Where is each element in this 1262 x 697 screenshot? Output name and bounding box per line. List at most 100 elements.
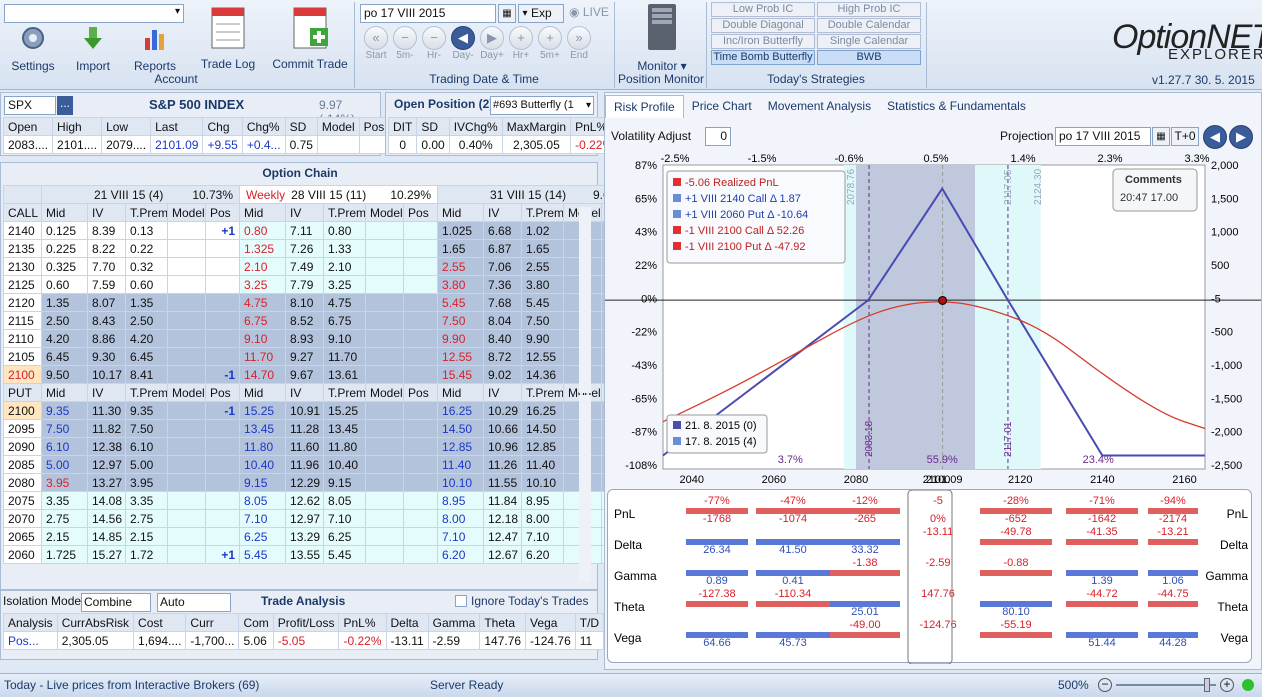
chain-row[interactable]: 2100 9.50 10.17 8.41 -1 14.70 9.67 13.61 15.45 9.…: [3, 365, 635, 384]
tab-3[interactable]: Statistics & Fundamentals: [879, 95, 1034, 118]
nav-3-button[interactable]: ◀ Day-: [449, 26, 477, 61]
strategy-button[interactable]: Single Calendar: [817, 34, 921, 49]
put-scrollbar[interactable]: [579, 395, 591, 581]
chain-cell[interactable]: [403, 275, 439, 294]
chain-row[interactable]: 2115 2.50 8.43 2.50 6.75 8.52 6.75 7.50 8.04 7.50: [3, 311, 635, 330]
chain-row[interactable]: 2090 6.10 12.38 6.10 11.80 11.60 11.80 12.85 10.…: [3, 437, 635, 456]
chain-cell[interactable]: [204, 347, 241, 366]
zoom-in-icon[interactable]: +: [1220, 678, 1234, 692]
chain-cell[interactable]: [403, 365, 439, 384]
zoom-slider[interactable]: [1116, 684, 1216, 686]
call-scrollbar[interactable]: [579, 207, 591, 393]
chain-cell[interactable]: [204, 473, 241, 492]
chain-cell[interactable]: [403, 239, 439, 258]
expiry-header[interactable]: 21 VIII 15 (4) 10.73%: [40, 185, 241, 204]
chain-cell[interactable]: [403, 455, 439, 474]
chain-cell[interactable]: -1: [204, 401, 241, 420]
tab-2[interactable]: Movement Analysis: [760, 95, 879, 118]
chain-row[interactable]: 2065 2.15 14.85 2.15 6.25 13.29 6.25 7.10 12.47 7…: [3, 527, 635, 546]
exp-button[interactable]: Exp: [531, 5, 552, 22]
chain-row[interactable]: 2130 0.325 7.70 0.32 2.10 7.49 2.10 2.55 7.06 2.5…: [3, 257, 635, 276]
chain-cell[interactable]: [403, 293, 439, 312]
chain-row[interactable]: 2105 6.45 9.30 6.45 11.70 9.27 11.70 12.55 8.72 1…: [3, 347, 635, 366]
projection-forward-button[interactable]: ▶: [1229, 125, 1253, 149]
trading-date-input[interactable]: po 17 VIII 2015: [360, 4, 496, 23]
chain-cell[interactable]: -1: [204, 365, 241, 384]
chain-cell[interactable]: [204, 509, 241, 528]
trade-log-button[interactable]: Trade Log: [198, 4, 258, 71]
strategy-button[interactable]: Time Bomb Butterfly: [711, 50, 815, 65]
chain-cell[interactable]: [204, 239, 241, 258]
chain-cell[interactable]: [204, 329, 241, 348]
chain-cell[interactable]: [204, 311, 241, 330]
chain-row[interactable]: 2095 7.50 11.82 7.50 13.45 11.28 13.45 14.50 10.…: [3, 419, 635, 438]
chain-row[interactable]: 2060 1.725 15.27 1.72 +1 5.45 13.55 5.45 6.20 12.…: [3, 545, 635, 564]
symbol-browse-button[interactable]: ...: [57, 96, 73, 115]
projection-date-input[interactable]: po 17 VIII 2015: [1055, 127, 1151, 146]
import-button[interactable]: Import: [68, 24, 118, 73]
commit-trade-button[interactable]: Commit Trade: [272, 4, 348, 71]
chain-cell[interactable]: [403, 347, 439, 366]
chain-cell[interactable]: [204, 293, 241, 312]
chain-cell[interactable]: +1: [204, 545, 241, 564]
strategy-button[interactable]: Double Diagonal: [711, 18, 815, 33]
chain-cell[interactable]: [403, 311, 439, 330]
chain-cell[interactable]: [204, 491, 241, 510]
chain-cell[interactable]: +1: [204, 221, 241, 240]
zoom-out-icon[interactable]: −: [1098, 678, 1112, 692]
chain-cell[interactable]: [204, 527, 241, 546]
chain-cell[interactable]: [403, 329, 439, 348]
reports-button[interactable]: Reports: [128, 24, 182, 73]
tab-0[interactable]: Risk Profile: [605, 95, 684, 118]
chain-cell[interactable]: [204, 275, 241, 294]
chain-row[interactable]: 2125 0.60 7.59 0.60 3.25 7.79 3.25 3.80 7.36 3.80: [3, 275, 635, 294]
chain-row[interactable]: 2070 2.75 14.56 2.75 7.10 12.97 7.10 8.00 12.18 8…: [3, 509, 635, 528]
expiry-header[interactable]: Weekly 28 VIII 15 (11) 10.29%: [239, 185, 439, 204]
chain-row[interactable]: 2075 3.35 14.08 3.35 8.05 12.62 8.05 8.95 11.84 8…: [3, 491, 635, 510]
chain-row[interactable]: 2140 0.125 8.39 0.13 +1 0.80 7.11 0.80 1.025 6.68…: [3, 221, 635, 240]
t0-button[interactable]: T+0: [1171, 127, 1199, 146]
risk-profile-chart[interactable]: 2040 2060 2080 2100 2120 2140 2160-2.5% -1.5% -0…: [605, 151, 1261, 491]
strategy-button[interactable]: Double Calendar: [817, 18, 921, 33]
chain-cell[interactable]: [403, 545, 439, 564]
chain-row[interactable]: 2120 1.35 8.07 1.35 4.75 8.10 4.75 5.45 7.68 5.45: [3, 293, 635, 312]
volatility-input[interactable]: 0: [705, 127, 731, 146]
chain-cell[interactable]: [204, 455, 241, 474]
nav-7-button[interactable]: » End: [565, 26, 593, 61]
nav-1-button[interactable]: −5m-: [391, 26, 419, 61]
chain-cell[interactable]: [403, 221, 439, 240]
nav-6-button[interactable]: +5m+: [536, 26, 564, 61]
chain-cell[interactable]: [204, 437, 241, 456]
chain-row[interactable]: 2085 5.00 12.97 5.00 10.40 11.96 10.40 11.40 11.…: [3, 455, 635, 474]
projection-back-button[interactable]: ◀: [1203, 125, 1227, 149]
chain-row[interactable]: 2100 9.35 11.30 9.35 -1 15.25 10.91 15.25 16.25 1…: [3, 401, 635, 420]
strategy-button[interactable]: High Prob IC: [817, 2, 921, 17]
live-toggle[interactable]: ◉ LIVE: [569, 5, 609, 19]
projection-calendar-icon[interactable]: ▦: [1152, 127, 1170, 146]
position-select[interactable]: #693 Butterfly (1 ▾: [490, 96, 594, 115]
account-select[interactable]: ▾: [4, 4, 184, 23]
nav-5-button[interactable]: + Hr+: [507, 26, 535, 61]
chain-cell[interactable]: [403, 509, 439, 528]
nav-4-button[interactable]: ▶ Day+: [478, 26, 506, 61]
symbol-input[interactable]: SPX: [4, 96, 56, 115]
nav-2-button[interactable]: − Hr-: [420, 26, 448, 61]
chain-cell[interactable]: [204, 257, 241, 276]
chain-cell[interactable]: [403, 437, 439, 456]
tab-1[interactable]: Price Chart: [684, 95, 760, 118]
chain-row[interactable]: 2080 3.95 13.27 3.95 9.15 12.29 9.15 10.10 11.55…: [3, 473, 635, 492]
exp-down-icon[interactable]: ▾: [519, 5, 531, 22]
chain-cell[interactable]: [403, 527, 439, 546]
chain-cell[interactable]: [403, 419, 439, 438]
settings-button[interactable]: Settings: [8, 24, 58, 73]
zoom-slider-handle[interactable]: [1204, 678, 1210, 692]
chain-row[interactable]: 2110 4.20 8.86 4.20 9.10 8.93 9.10 9.90 8.40 9.90: [3, 329, 635, 348]
strategy-button[interactable]: BWB: [817, 50, 921, 65]
chain-cell[interactable]: [403, 473, 439, 492]
chain-row[interactable]: 2135 0.225 8.22 0.22 1.325 7.26 1.33 1.65 6.87 1.…: [3, 239, 635, 258]
chain-cell[interactable]: [403, 401, 439, 420]
chain-cell[interactable]: [403, 491, 439, 510]
comments-box[interactable]: Comments 20:47 17.00: [1112, 168, 1198, 212]
strategy-button[interactable]: Low Prob IC: [711, 2, 815, 17]
strategy-button[interactable]: Inc/Iron Butterfly: [711, 34, 815, 49]
